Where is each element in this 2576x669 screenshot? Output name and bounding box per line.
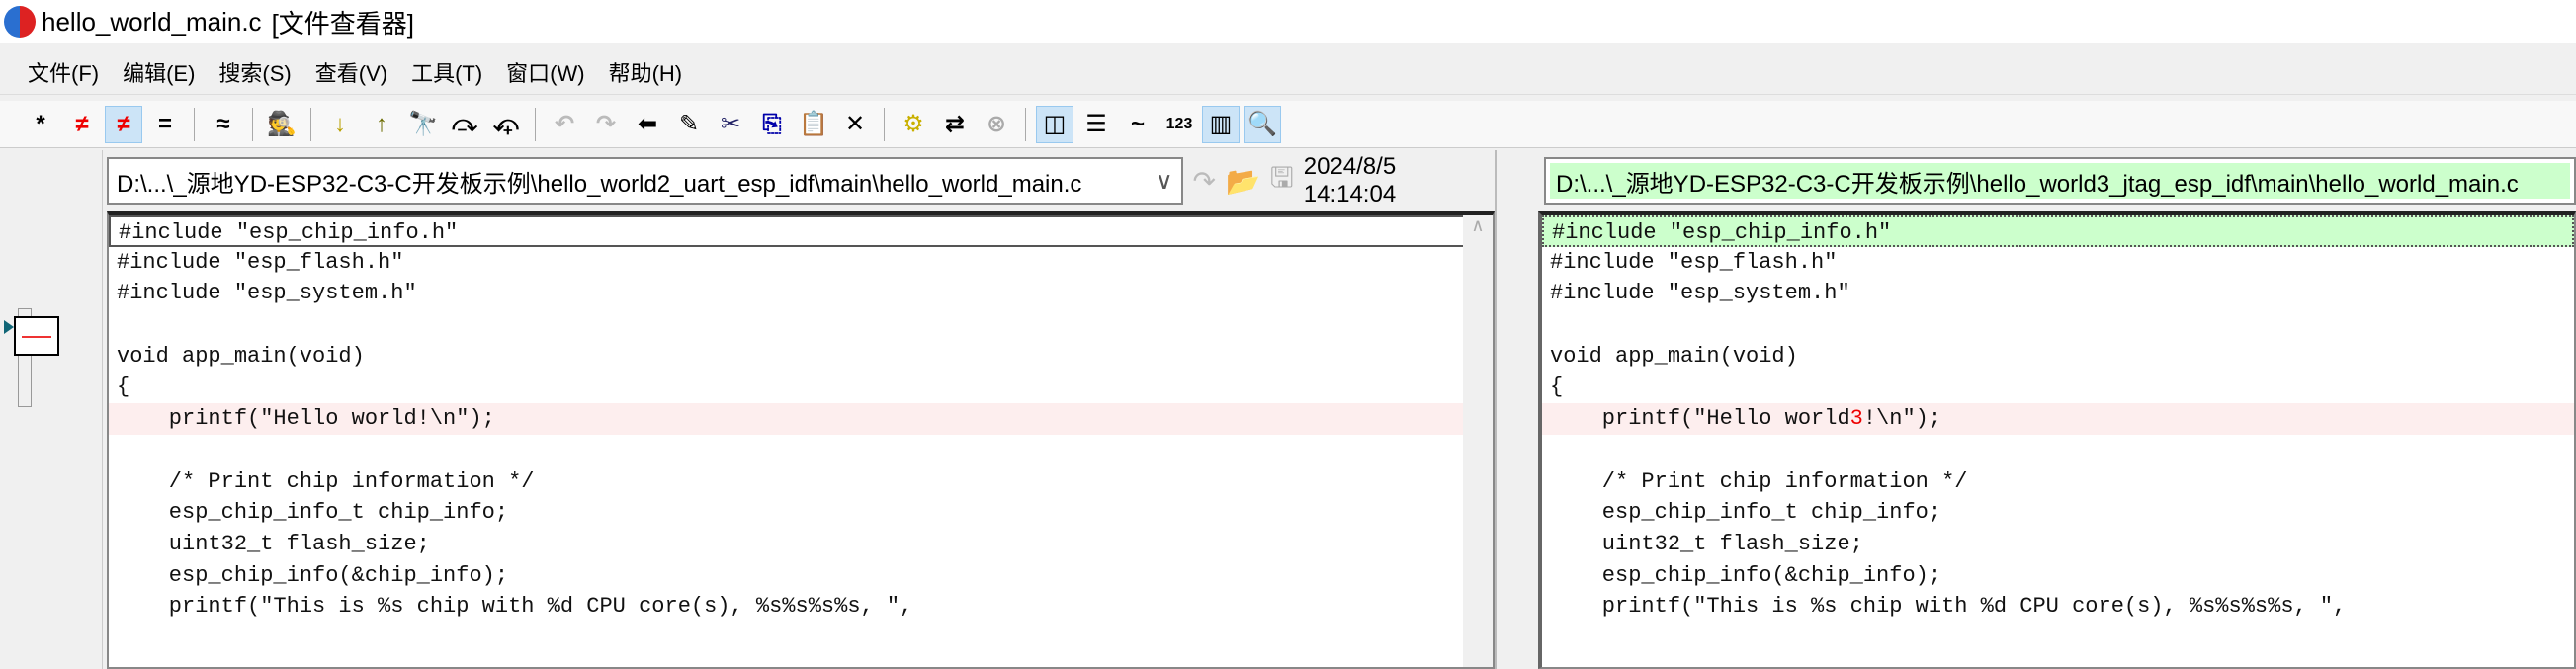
next-diff-icon[interactable]: ↓	[321, 106, 359, 143]
redirect-icon[interactable]: ↷	[1193, 165, 1216, 198]
code-line[interactable]: esp_chip_info_t chip_info;	[109, 497, 1493, 529]
code-text: !\n");	[1862, 406, 1942, 432]
code-line[interactable]: #include "esp_flash.h"	[1542, 247, 2574, 279]
location-pane[interactable]	[0, 150, 103, 669]
same-lines-icon[interactable]: =	[146, 106, 184, 143]
swap-icon[interactable]: ⇄	[936, 106, 974, 143]
prev-diff-icon[interactable]: ↑	[363, 106, 400, 143]
diff-context-icon[interactable]: ≠	[105, 105, 142, 143]
window-title-app: [文件查看器]	[271, 8, 415, 39]
open-folder-icon[interactable]: 📂	[1226, 165, 1260, 198]
current-position-marker-icon	[4, 320, 14, 334]
code-line[interactable]	[109, 435, 1493, 466]
code-line[interactable]	[109, 309, 1493, 341]
copy-icon[interactable]: ⎘	[753, 106, 791, 143]
code-line[interactable]: esp_chip_info(&chip_info);	[1542, 560, 2574, 592]
window-title-file: hello_world_main.c	[42, 6, 262, 37]
zoom-icon[interactable]: 🔍	[1244, 105, 1281, 143]
code-line[interactable]: #include "esp_chip_info.h"	[109, 215, 1493, 247]
edit-icon[interactable]: ✎	[670, 106, 708, 143]
redo-icon[interactable]: ↷	[587, 106, 625, 143]
sync-icon[interactable]: ⚙	[895, 106, 932, 143]
left-path: D:\...\_源地YD-ESP32-C3-C开发板示例\hello_world…	[117, 170, 1082, 198]
code-line[interactable]	[1542, 435, 2574, 466]
thumbnail-icon[interactable]: ▥	[1202, 105, 1240, 143]
code-line[interactable]: printf("Hello world!\n");	[109, 403, 1493, 435]
menu-item[interactable]: 帮助(H)	[609, 56, 683, 88]
code-line[interactable]: {	[109, 372, 1493, 403]
all-lines-icon[interactable]: *	[22, 106, 59, 143]
code-line[interactable]: esp_chip_info_t chip_info;	[1542, 497, 2574, 529]
left-timestamp: 2024/8/5 14:14:04	[1303, 153, 1397, 208]
code-line[interactable]: void app_main(void)	[1542, 341, 2574, 373]
code-line[interactable]: esp_chip_info(&chip_info);	[109, 560, 1493, 592]
right-editor[interactable]: #include "esp_chip_info.h" #include "esp_…	[1538, 211, 2576, 669]
diff-lines-icon[interactable]: ≠	[63, 106, 101, 143]
chevron-down-icon[interactable]: ∨	[1156, 167, 1173, 196]
toolbar-separator	[252, 107, 253, 141]
menu-item[interactable]: 编辑(E)	[123, 56, 195, 88]
left-path-combo[interactable]: D:\...\_源地YD-ESP32-C3-C开发板示例\hello_world…	[107, 157, 1183, 205]
code-line[interactable]	[1542, 309, 2574, 341]
code-line[interactable]: /* Print chip information */	[1542, 466, 2574, 498]
toolbar-separator	[194, 107, 195, 141]
toolbar: * ≠ ≠ = ≈ 🕵 ↓ ↑ 🔭 ⤼ ⤽ ↶ ↷ ⬅ ✎ ✂ ⎘ 📋 ✕ ⚙ ⇄ ⊗ ◫ ☰ ~123 ▥ 🔍	[0, 101, 2576, 148]
undo-icon[interactable]: ↶	[546, 106, 583, 143]
location-viewport[interactable]	[14, 316, 59, 356]
right-path-combo[interactable]: D:\...\_源地YD-ESP32-C3-C开发板示例\hello_world…	[1544, 157, 2576, 205]
menu-item[interactable]: 查看(V)	[315, 56, 387, 88]
app-icon	[4, 6, 36, 38]
menu-item[interactable]: 窗口(W)	[506, 56, 584, 88]
code-line[interactable]: #include "esp_system.h"	[1542, 278, 2574, 309]
menu-item[interactable]: 文件(F)	[28, 56, 99, 88]
code-line[interactable]: {	[1542, 372, 2574, 403]
paste-icon[interactable]: 📋	[795, 106, 832, 143]
code-line[interactable]: printf("This is %s chip with %d CPU core…	[1542, 591, 2574, 623]
menu-bar: 文件(F) 编辑(E) 搜索(S) 查看(V) 工具(T) 窗口(W) 帮助(H)	[0, 49, 2576, 95]
code-line[interactable]: printf("Hello world3!\n");	[1542, 403, 2574, 435]
toolbar-separator	[535, 107, 536, 141]
menu-item[interactable]: 搜索(S)	[218, 56, 291, 88]
right-path: D:\...\_源地YD-ESP32-C3-C开发板示例\hello_world…	[1550, 163, 2570, 199]
code-line[interactable]: printf("This is %s chip with %d CPU core…	[109, 591, 1493, 623]
wizard-icon[interactable]: 🕵	[263, 106, 301, 143]
copy-to-left-icon[interactable]: ⬅	[629, 106, 666, 143]
find-prev-icon[interactable]: ⤽	[487, 106, 525, 143]
ignore-whitespace-icon[interactable]: ~	[1119, 106, 1157, 143]
code-line[interactable]: #include "esp_chip_info.h"	[1542, 215, 2574, 247]
menu-item[interactable]: 工具(T)	[411, 56, 482, 88]
scroll-up-icon[interactable]: ∧	[1471, 215, 1484, 235]
code-line[interactable]: uint32_t flash_size;	[1542, 529, 2574, 560]
code-line[interactable]: uint32_t flash_size;	[109, 529, 1493, 560]
toolbar-separator	[1025, 107, 1026, 141]
left-editor[interactable]: #include "esp_chip_info.h" #include "esp_…	[107, 211, 1495, 669]
title-bar: hello_world_main.c [文件查看器]	[0, 0, 2576, 43]
toolbar-separator	[310, 107, 311, 141]
line-numbers-icon[interactable]: 123	[1160, 106, 1198, 143]
code-line[interactable]: #include "esp_flash.h"	[109, 247, 1493, 279]
code-line[interactable]: void app_main(void)	[109, 341, 1493, 373]
similar-icon[interactable]: ≈	[205, 106, 242, 143]
cut-icon[interactable]: ✂	[712, 106, 749, 143]
find-icon[interactable]: 🔭	[404, 106, 442, 143]
left-path-row: D:\...\_源地YD-ESP32-C3-C开发板示例\hello_world…	[107, 153, 1495, 208]
code-line[interactable]: /* Print chip information */	[109, 466, 1493, 498]
cancel-icon[interactable]: ⊗	[978, 106, 1015, 143]
left-scrollbar[interactable]: ∧	[1463, 215, 1493, 667]
delete-icon[interactable]: ✕	[836, 106, 874, 143]
find-next-icon[interactable]: ⤼	[446, 106, 483, 143]
code-line[interactable]: #include "esp_system.h"	[109, 278, 1493, 309]
diff-highlight: 3	[1849, 406, 1863, 432]
pane-splitter[interactable]	[1495, 150, 1538, 669]
over-under-icon[interactable]: ☰	[1077, 106, 1115, 143]
save-icon[interactable]: 🖫	[1270, 157, 1294, 205]
toolbar-separator	[884, 107, 885, 141]
side-by-side-icon[interactable]: ◫	[1036, 105, 1073, 143]
code-text: printf("Hello world	[1550, 406, 1850, 432]
right-path-row: D:\...\_源地YD-ESP32-C3-C开发板示例\hello_world…	[1544, 154, 2576, 208]
